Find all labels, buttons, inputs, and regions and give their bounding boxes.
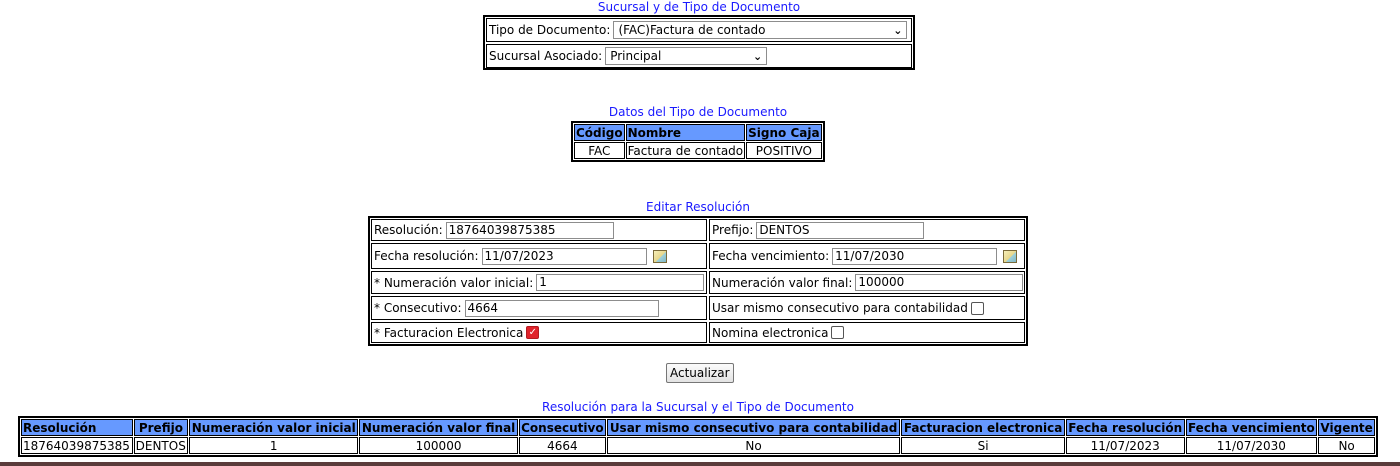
- fecha-vencimiento-label: Fecha vencimiento:: [712, 249, 830, 263]
- fecha-vencimiento-cell: Fecha vencimiento: 11/07/2030: [709, 243, 1025, 269]
- nomina-electronica-checkbox[interactable]: [831, 326, 845, 339]
- resolucion-label: Resolución:: [374, 223, 443, 237]
- table-cell: 1: [189, 437, 359, 454]
- num-inicial-label: * Numeración valor inicial:: [374, 275, 534, 290]
- table-cell: 11/07/2023: [1065, 437, 1185, 454]
- table-cell: FAC: [574, 142, 625, 159]
- resolucion-cell: Resolución: 18764039875385: [371, 219, 707, 241]
- resoluciones-header-row: Resolución Prefijo Numeración valor inic…: [21, 419, 1375, 436]
- chevron-down-icon: ⌄: [893, 23, 903, 37]
- col-header: Numeración valor inicial: [189, 419, 359, 436]
- sucursal-label: Sucursal Asociado:: [489, 49, 603, 63]
- actualizar-button[interactable]: Actualizar: [666, 363, 734, 383]
- col-header: Prefijo: [133, 419, 189, 436]
- resoluciones-table: Resolución Prefijo Numeración valor inic…: [18, 416, 1378, 457]
- resoluciones-caption: Resolución para la Sucursal y el Tipo de…: [542, 400, 854, 414]
- mismo-consecutivo-label: Usar mismo consecutivo para contabilidad: [712, 301, 968, 315]
- sucursal-row: Sucursal Asociado: Principal ⌄: [486, 44, 912, 68]
- tipo-documento-value: (FAC)Factura de contado: [618, 23, 766, 37]
- chevron-down-icon: ⌄: [752, 49, 763, 63]
- prefijo-cell: Prefijo: DENTOS: [709, 219, 1025, 241]
- fecha-resolucion-input[interactable]: 11/07/2023: [481, 247, 647, 265]
- datos-tipo-header-row: Código Nombre Signo Caja: [574, 124, 822, 141]
- nomina-electronica-label: Nomina electronica: [712, 325, 829, 340]
- sucursal-tipo-panel: Tipo de Documento: (FAC)Factura de conta…: [483, 15, 915, 70]
- table-cell: 4664: [518, 437, 606, 454]
- num-final-input[interactable]: 100000: [855, 274, 1024, 291]
- table-cell: No: [606, 437, 901, 454]
- consecutivo-cell: * Consecutivo: 4664: [371, 296, 707, 320]
- sucursal-select[interactable]: Principal ⌄: [605, 47, 768, 65]
- resolucion-input[interactable]: 18764039875385: [445, 221, 614, 239]
- col-header: Fecha resolución: [1065, 419, 1185, 436]
- table-cell: DENTOS: [133, 437, 189, 454]
- table-cell: 11/07/2030: [1185, 437, 1318, 454]
- table-cell: Factura de contado: [625, 142, 746, 159]
- table-cell: No: [1318, 437, 1375, 454]
- fecha-vencimiento-input[interactable]: 11/07/2030: [832, 247, 998, 265]
- sucursal-value: Principal: [610, 49, 662, 63]
- fecha-resolucion-label: Fecha resolución:: [374, 249, 479, 263]
- sucursal-tipo-caption: Sucursal y de Tipo de Documento: [597, 0, 801, 14]
- tipo-documento-label: Tipo de Documento:: [489, 23, 611, 37]
- col-header: Usar mismo consecutivo para contabilidad: [606, 419, 901, 436]
- table-row: FAC Factura de contado POSITIVO: [574, 142, 822, 159]
- num-inicial-input[interactable]: 1: [536, 274, 705, 291]
- num-final-label: Numeración valor final:: [712, 275, 853, 290]
- table-cell: 100000: [359, 437, 518, 454]
- tipo-documento-select[interactable]: (FAC)Factura de contado ⌄: [613, 21, 908, 39]
- col-header: Numeración valor final: [359, 419, 518, 436]
- table-cell: POSITIVO: [746, 142, 822, 159]
- editar-resolucion-panel: Resolución: 18764039875385 Prefijo: DENT…: [368, 216, 1028, 346]
- col-header: Signo Caja: [746, 124, 822, 141]
- facturacion-electronica-checkbox[interactable]: ✓: [526, 326, 540, 339]
- tipo-documento-row: Tipo de Documento: (FAC)Factura de conta…: [486, 18, 912, 42]
- col-header: Fecha vencimiento: [1185, 419, 1318, 436]
- prefijo-label: Prefijo:: [712, 223, 754, 237]
- nomina-electronica-cell: Nomina electronica: [709, 322, 1025, 343]
- table-row[interactable]: 18764039875385 DENTOS 1 100000 4664 No S…: [21, 437, 1375, 454]
- calendar-icon[interactable]: [652, 249, 667, 263]
- window-bottom-border: [0, 462, 1400, 466]
- col-header: Código: [574, 124, 625, 141]
- table-cell: Si: [901, 437, 1065, 454]
- consecutivo-label: * Consecutivo:: [374, 301, 462, 315]
- num-final-cell: Numeración valor final: 100000: [709, 271, 1025, 294]
- mismo-consecutivo-cell: Usar mismo consecutivo para contabilidad: [709, 296, 1025, 320]
- fecha-resolucion-cell: Fecha resolución: 11/07/2023: [371, 243, 707, 269]
- num-inicial-cell: * Numeración valor inicial: 1: [371, 271, 707, 294]
- col-header: Resolución: [21, 419, 133, 436]
- editar-resolucion-caption: Editar Resolución: [646, 200, 750, 214]
- facturacion-electronica-cell: * Facturacion Electronica ✓: [371, 322, 707, 343]
- col-header: Facturacion electronica: [901, 419, 1065, 436]
- prefijo-input[interactable]: DENTOS: [756, 221, 925, 239]
- col-header: Vigente: [1318, 419, 1375, 436]
- facturacion-electronica-label: * Facturacion Electronica: [374, 325, 524, 340]
- col-header: Consecutivo: [518, 419, 606, 436]
- col-header: Nombre: [625, 124, 746, 141]
- mismo-consecutivo-checkbox[interactable]: [970, 301, 984, 315]
- table-cell: 18764039875385: [21, 437, 133, 454]
- datos-tipo-table: Código Nombre Signo Caja FAC Factura de …: [571, 121, 825, 162]
- consecutivo-input[interactable]: 4664: [464, 299, 659, 317]
- datos-tipo-caption: Datos del Tipo de Documento: [608, 105, 788, 119]
- calendar-icon[interactable]: [1003, 249, 1018, 263]
